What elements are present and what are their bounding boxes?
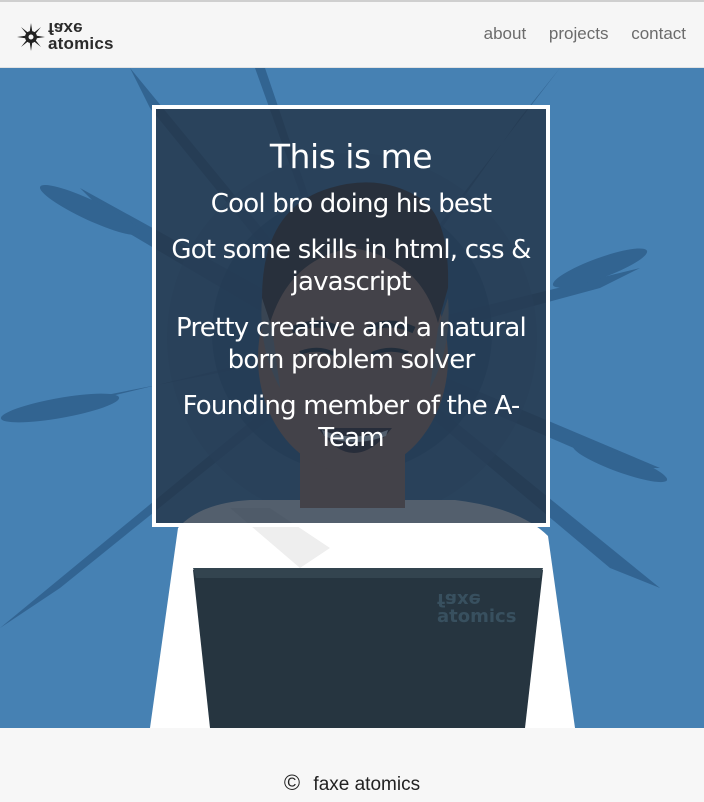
copyright-icon: ©: [283, 770, 301, 795]
nav-link-projects[interactable]: projects: [549, 24, 609, 43]
laptop-label-line-1: faxe: [437, 589, 481, 610]
brand-logo[interactable]: faxe atomics: [16, 18, 136, 58]
intro-line-4: Founding member of the A-Team: [182, 391, 521, 453]
brand-line-2: atomics: [48, 34, 114, 53]
nav-link-contact[interactable]: contact: [631, 24, 686, 43]
laptop-label-line-2: atomics: [437, 606, 517, 627]
site-header: faxe atomics about projects contact: [0, 2, 704, 68]
atom-splat-icon: [17, 23, 45, 51]
intro-line-1: Cool bro doing his best: [210, 189, 492, 219]
brand-line-1: faxe: [48, 19, 83, 38]
main-nav: about projects contact: [466, 24, 686, 44]
intro-line-2: Got some skills in html, css & javascrip…: [171, 235, 531, 297]
hero-section: faxe atomics This is me Cool bro doing h…: [0, 68, 704, 728]
intro-line-3: Pretty creative and a natural born probl…: [176, 313, 527, 375]
copyright: © faxe atomics: [0, 770, 704, 796]
intro-card: This is me Cool bro doing his best Got s…: [152, 105, 550, 527]
copyright-text: faxe atomics: [313, 774, 421, 795]
brand-wordmark: faxe atomics: [48, 19, 114, 53]
laptop-brand-label: faxe atomics: [437, 589, 517, 627]
intro-title: This is me: [269, 137, 433, 176]
nav-link-about[interactable]: about: [484, 24, 527, 43]
site-footer: © faxe atomics: [0, 728, 704, 802]
